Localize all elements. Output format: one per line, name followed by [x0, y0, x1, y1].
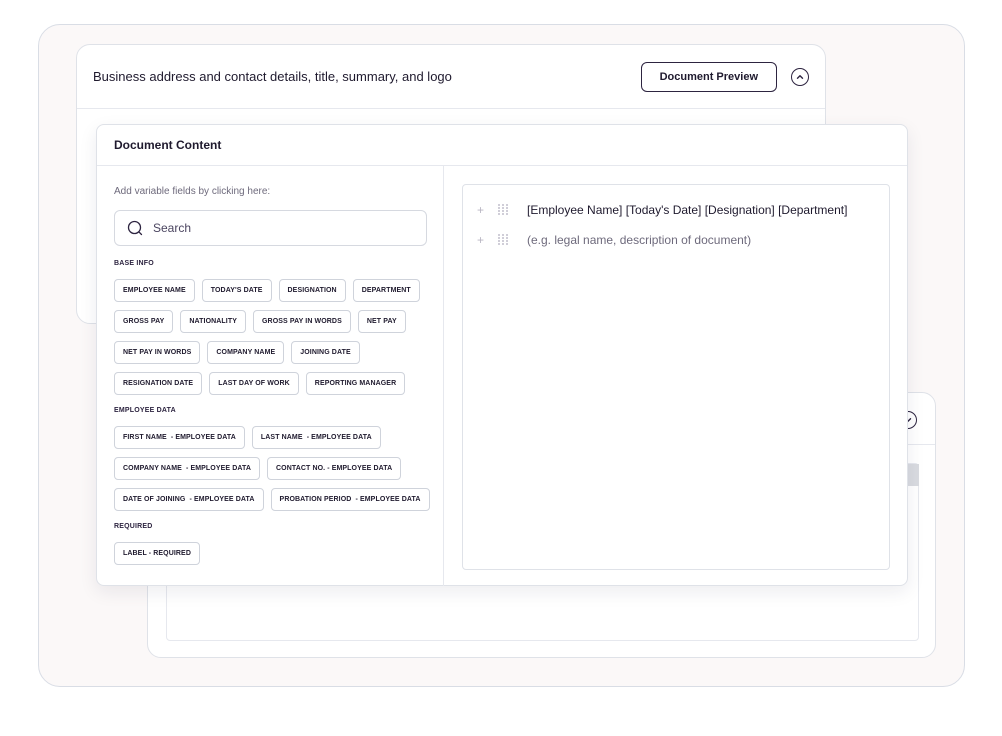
header-section-title: Business address and contact details, ti…	[93, 69, 452, 84]
scrollbar-thumb[interactable]	[907, 464, 919, 486]
document-content-title: Document Content	[114, 138, 222, 152]
document-content-head: Document Content	[97, 125, 907, 166]
variable-chip[interactable]: CONTACT NO. - EMPLOYEE DATA	[267, 457, 402, 480]
document-editor[interactable]: + [Employee Name] [Today's Date] [Designa…	[462, 184, 890, 570]
variable-chip[interactable]: LAST NAME - EMPLOYEE DATA	[251, 426, 381, 449]
editor-pane: + [Employee Name] [Today's Date] [Designa…	[444, 166, 908, 586]
editor-line[interactable]: + (e.g. legal name, description of docume…	[463, 225, 889, 255]
section-label: BASE INFO	[114, 260, 154, 267]
variable-chip[interactable]: FIRST NAME - EMPLOYEE DATA	[114, 426, 245, 449]
variable-chip[interactable]: TODAY'S DATE	[201, 279, 272, 302]
variable-chip[interactable]: PROBATION PERIOD - EMPLOYEE DATA	[270, 488, 430, 511]
section-label: REQUIRED	[114, 523, 153, 530]
variable-chip[interactable]: RESIGNATION DATE	[114, 372, 203, 395]
variable-chip[interactable]: DATE OF JOINING - EMPLOYEE DATA	[114, 488, 264, 511]
variable-chip[interactable]: LAST DAY OF WORK	[209, 372, 299, 395]
variable-chip[interactable]: EMPLOYEE NAME	[114, 279, 195, 302]
search-input[interactable]	[153, 221, 413, 235]
editor-line-text[interactable]: (e.g. legal name, description of documen…	[527, 233, 751, 247]
variable-chip[interactable]: GROSS PAY	[114, 310, 174, 333]
search-box[interactable]	[114, 210, 427, 246]
variable-chip-group: FIRST NAME - EMPLOYEE DATA LAST NAME - EM…	[114, 426, 434, 511]
chevron-up-icon	[796, 74, 804, 79]
drag-handle-icon[interactable]	[497, 203, 509, 217]
section-label: EMPLOYEE DATA	[114, 407, 176, 414]
variable-chip[interactable]: JOINING DATE	[291, 341, 360, 364]
editor-line[interactable]: + [Employee Name] [Today's Date] [Designa…	[463, 195, 889, 225]
variable-chip[interactable]: NATIONALITY	[180, 310, 246, 333]
document-content-card: Document Content Add variable fields by …	[96, 124, 908, 586]
variable-chip[interactable]: COMPANY NAME	[207, 341, 285, 364]
add-line-icon[interactable]: +	[477, 203, 497, 217]
editor-line-text[interactable]: [Employee Name] [Today's Date] [Designat…	[527, 203, 847, 217]
variable-chip[interactable]: LABEL - REQUIRED	[114, 542, 200, 565]
add-line-icon[interactable]: +	[477, 233, 497, 247]
search-icon	[127, 220, 143, 236]
variable-sections: BASE INFO EMPLOYEE NAME TODAY'S DATE DESIGN…	[114, 260, 430, 565]
variable-chip[interactable]: DESIGNATION	[278, 279, 346, 302]
variable-chip[interactable]: NET PAY	[357, 310, 406, 333]
variable-chip[interactable]: NET PAY IN WORDS	[114, 341, 201, 364]
variable-chip-group: EMPLOYEE NAME TODAY'S DATE DESIGNATION DEPA…	[114, 279, 434, 395]
variable-chip-group: LABEL - REQUIRED	[114, 542, 434, 565]
variable-fields-hint: Add variable fields by clicking here:	[114, 186, 271, 197]
variable-chip[interactable]: REPORTING MANAGER	[305, 372, 406, 395]
variable-chip[interactable]: COMPANY NAME - EMPLOYEE DATA	[114, 457, 260, 480]
drag-handle-icon[interactable]	[497, 233, 509, 247]
collapse-toggle-button[interactable]	[791, 67, 809, 86]
variable-chip[interactable]: GROSS PAY IN WORDS	[253, 310, 351, 333]
document-preview-button[interactable]: Document Preview	[640, 61, 777, 92]
variable-chip[interactable]: DEPARTMENT	[352, 279, 420, 302]
header-section-head: Business address and contact details, ti…	[77, 45, 825, 109]
variable-fields-pane: Add variable fields by clicking here: BA…	[97, 166, 444, 586]
